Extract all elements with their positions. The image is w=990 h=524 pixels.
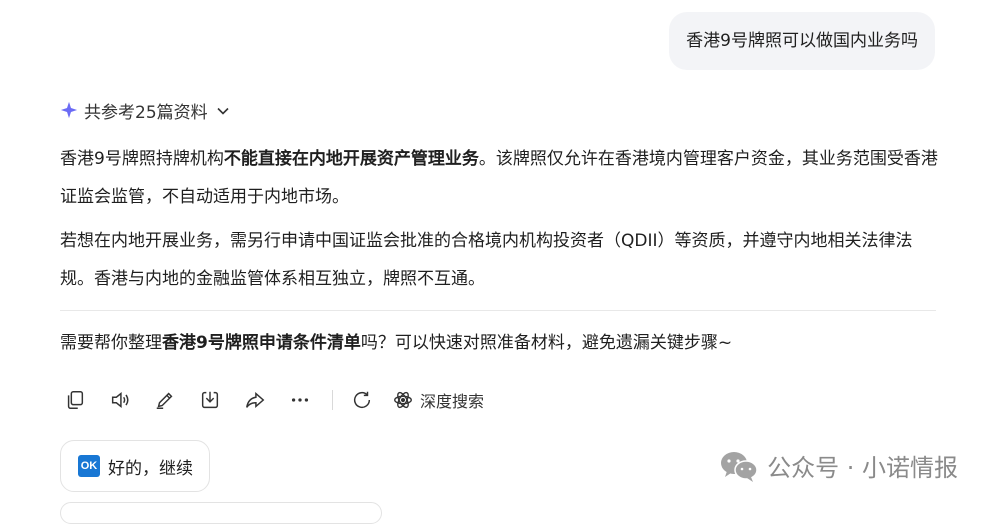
divider xyxy=(60,310,936,311)
regenerate-button[interactable] xyxy=(347,385,377,415)
quick-reply-label: 好的，继续 xyxy=(108,458,193,479)
references-toggle[interactable]: 共参考25篇资料 xyxy=(60,96,230,124)
download-icon xyxy=(201,391,219,409)
share-button[interactable] xyxy=(240,385,270,415)
quick-reply-continue[interactable]: OK 好的，继续 xyxy=(60,440,210,492)
toolbar-separator xyxy=(332,390,333,410)
user-message-text: 香港9号牌照可以做国内业务吗 xyxy=(686,31,918,51)
more-button[interactable] xyxy=(285,385,315,415)
speaker-icon xyxy=(111,392,129,408)
edit-button[interactable] xyxy=(150,385,180,415)
regenerate-icon xyxy=(353,391,371,409)
share-icon xyxy=(246,391,265,409)
edit-icon xyxy=(156,392,173,409)
answer-paragraph-2: 若想在内地开展业务，需另行申请中国证监会批准的合格境内机构投资者（QDII）等资… xyxy=(60,231,913,289)
more-icon xyxy=(291,398,309,402)
suggestion-text: 需要帮你整理香港9号牌照申请条件清单吗？可以快速对照准备材料，避免遗漏关键步骤~ xyxy=(60,324,940,362)
answer-p1-before: 香港9号牌照持牌机构 xyxy=(60,149,224,169)
deep-search-label: 深度搜索 xyxy=(420,392,485,411)
watermark: 公众号 · 小诺情报 xyxy=(719,448,958,483)
suggestion-before: 需要帮你整理 xyxy=(60,333,162,353)
deep-search-icon xyxy=(394,391,412,409)
message-toolbar: 深度搜索 xyxy=(60,384,484,416)
read-aloud-button[interactable] xyxy=(105,385,135,415)
quick-reply-next[interactable] xyxy=(60,502,382,524)
wechat-icon xyxy=(721,451,758,482)
suggestion-bold: 香港9号牌照申请条件清单 xyxy=(162,333,361,353)
answer-paragraph-1: 香港9号牌照持牌机构不能直接在内地开展资产管理业务。该牌照仅允许在香港境内管理客… xyxy=(60,140,940,216)
copy-button[interactable] xyxy=(60,385,90,415)
chevron-down-icon xyxy=(216,103,230,117)
references-label: 共参考25篇资料 xyxy=(84,102,208,123)
download-button[interactable] xyxy=(195,385,225,415)
suggestion-after: 吗？可以快速对照准备材料，避免遗漏关键步骤~ xyxy=(360,333,733,353)
sparkle-icon xyxy=(60,101,78,119)
ok-icon: OK xyxy=(78,455,100,477)
copy-icon xyxy=(67,391,84,409)
user-message-bubble: 香港9号牌照可以做国内业务吗 xyxy=(669,12,935,70)
answer-p1-bold: 不能直接在内地开展资产管理业务 xyxy=(223,149,479,169)
deep-search-button[interactable]: 深度搜索 xyxy=(392,388,484,412)
watermark-text: 公众号 · 小诺情报 xyxy=(767,454,958,482)
